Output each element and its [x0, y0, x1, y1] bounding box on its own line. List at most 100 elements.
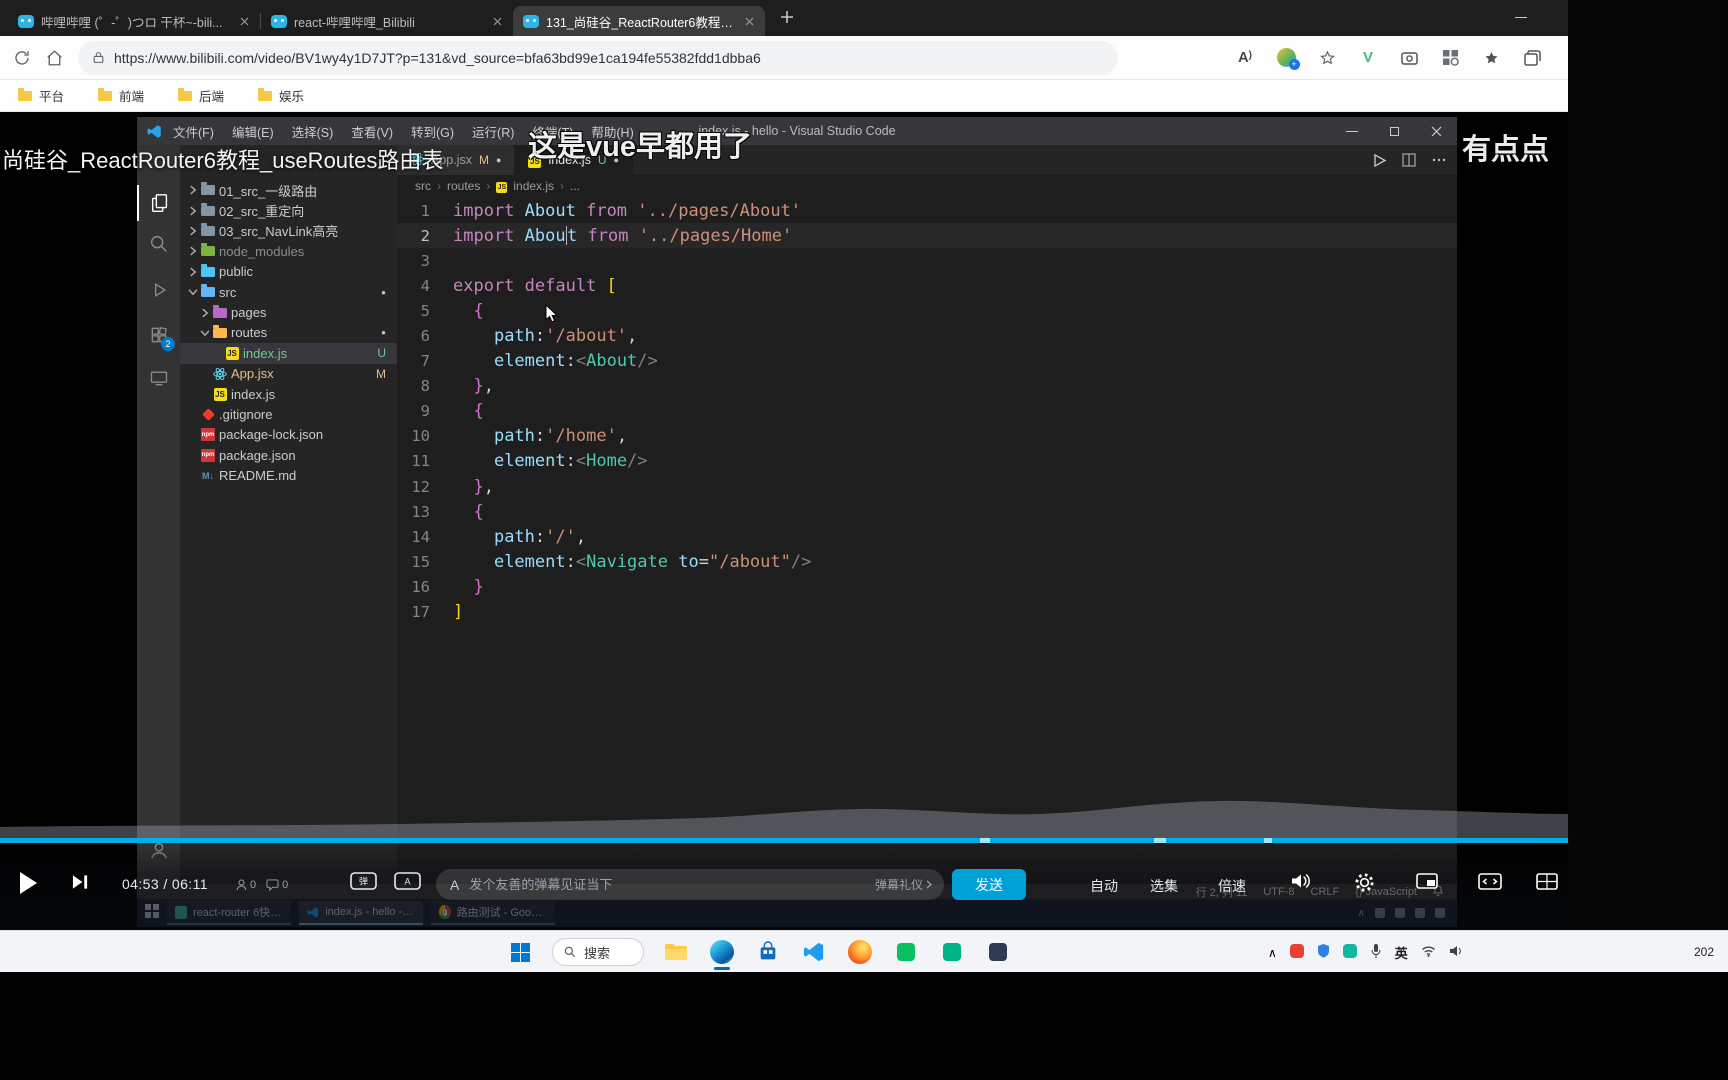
volume-icon: [1290, 872, 1312, 890]
breadcrumb-separator: ›: [437, 179, 441, 193]
danmaku-input[interactable]: [469, 877, 865, 892]
taskbar-search[interactable]: 搜索: [552, 938, 644, 966]
bookmark-item[interactable]: 娱乐: [258, 86, 304, 105]
code-token: [453, 451, 494, 471]
code-line: 6 path:'/about',: [397, 323, 1457, 348]
run-debug-icon: [137, 272, 180, 308]
hidden-icons-tray-icon[interactable]: ∧: [1268, 945, 1277, 960]
danmaku-font-icon[interactable]: A: [450, 877, 459, 893]
danmaku-etiquette-link[interactable]: 弹幕礼仪: [875, 876, 932, 893]
ime-indicator[interactable]: 英: [1395, 943, 1408, 962]
vscode-explorer-panel: 01_src_一级路由02_src_重定向03_src_NavLink高亮nod…: [180, 145, 397, 884]
firefox-taskbar-icon[interactable]: [846, 937, 874, 967]
bookmark-item[interactable]: 平台: [18, 86, 64, 105]
folder-icon: [211, 308, 229, 318]
episodes-button[interactable]: 选集: [1150, 876, 1178, 896]
search-label: 搜索: [584, 943, 610, 962]
network-tray-icon[interactable]: [1421, 945, 1436, 960]
app-red-tray-icon[interactable]: [1290, 944, 1304, 961]
fullscreen-button[interactable]: [1536, 873, 1558, 890]
tab-title: 131_尚硅谷_ReactRouter6教程_u...: [546, 12, 734, 31]
profile-icon[interactable]: +: [1276, 47, 1296, 69]
store-taskbar-icon[interactable]: [754, 937, 782, 967]
screenshot-icon[interactable]: [1399, 47, 1419, 69]
browser-window: 哔哩哔哩 (゜-゜)つロ 干杯~-bili...react-哔哩哔哩_Bilib…: [0, 0, 1568, 930]
file-name: 01_src_一级路由: [219, 181, 317, 200]
danmaku-toggle-button[interactable]: 弹: [350, 871, 377, 894]
vscode-taskbar-icon[interactable]: [800, 937, 828, 967]
bookmark-item[interactable]: 后端: [178, 86, 224, 105]
search-icon: [137, 226, 180, 262]
microphone-tray-icon[interactable]: [1370, 943, 1382, 962]
widescreen-button[interactable]: [1478, 873, 1502, 890]
folder-icon: [199, 185, 217, 195]
vscode-maximize-icon: [1373, 117, 1415, 145]
danmaku-settings-button[interactable]: A: [394, 871, 421, 894]
folder-icon: [211, 328, 229, 338]
address-bar[interactable]: [78, 41, 1118, 75]
tab-close-icon[interactable]: [489, 13, 505, 29]
tab-close-icon[interactable]: [236, 13, 252, 29]
collections-icon[interactable]: [1522, 47, 1542, 69]
split-editor-icon: [1402, 153, 1416, 167]
player-settings-button[interactable]: [1354, 872, 1375, 893]
code-token: :: [535, 326, 545, 346]
url-input[interactable]: [114, 50, 1104, 66]
tab-close-icon[interactable]: [741, 13, 757, 29]
refresh-button[interactable]: [6, 42, 38, 74]
quality-button[interactable]: 自动: [1090, 876, 1118, 896]
code-line: 9 {: [397, 399, 1457, 424]
vue-devtools-icon[interactable]: V: [1358, 47, 1378, 69]
tab-list: 哔哩哔哩 (゜-゜)つロ 干杯~-bili...react-哔哩哔哩_Bilib…: [8, 6, 765, 36]
read-aloud-icon[interactable]: A): [1235, 47, 1255, 69]
start-button[interactable]: [506, 937, 534, 967]
new-tab-button[interactable]: [775, 5, 799, 29]
code-token: ]: [453, 602, 463, 622]
window-minimize-button[interactable]: [1506, 6, 1536, 28]
favorites-bar-icon[interactable]: [1481, 47, 1501, 69]
refresh-icon: [13, 49, 31, 67]
pip-button[interactable]: [1416, 873, 1438, 889]
code-token: import: [453, 201, 525, 221]
code-line: 13 {: [397, 499, 1457, 524]
speed-button[interactable]: 倍速: [1218, 876, 1246, 896]
security-shield-tray-icon[interactable]: [1317, 943, 1330, 961]
file-tree: 01_src_一级路由02_src_重定向03_src_NavLink高亮nod…: [180, 145, 397, 486]
home-button[interactable]: [38, 42, 70, 74]
file-explorer-taskbar-icon[interactable]: [662, 937, 690, 967]
app-teal-taskbar-icon[interactable]: [938, 937, 966, 967]
breadcrumb-separator: ›: [560, 179, 564, 193]
app-dark-taskbar-icon[interactable]: [984, 937, 1012, 967]
app-green-taskbar-icon[interactable]: [892, 937, 920, 967]
code-line: 15 element:<Navigate to="/about"/>: [397, 549, 1457, 574]
send-button[interactable]: 发送: [952, 869, 1026, 900]
next-button[interactable]: [72, 874, 89, 890]
favorites-icon[interactable]: [1317, 47, 1337, 69]
edge-taskbar-icon[interactable]: [708, 937, 736, 967]
line-number: 16: [397, 578, 453, 596]
modified-dot-badge: ●: [381, 288, 386, 297]
browser-tab[interactable]: 131_尚硅谷_ReactRouter6教程_u...: [513, 6, 765, 36]
volume-tray-icon[interactable]: [1449, 945, 1463, 960]
extensions-icon[interactable]: [1440, 47, 1460, 69]
danmaku-settings-icon: A: [394, 871, 421, 894]
video-player[interactable]: 文件(F)编辑(E)选择(S)查看(V)转到(G)运行(R)终端(T)帮助(H)…: [0, 112, 1568, 930]
active-app-indicator: [714, 967, 730, 970]
taskbar-clock[interactable]: 202: [1694, 931, 1728, 973]
volume-button[interactable]: [1290, 872, 1312, 890]
code-line: 2import About from '../pages/Home': [397, 223, 1457, 248]
explorer-item: M↓README.md: [180, 465, 397, 485]
browser-toolbar: A) + V: [0, 36, 1568, 80]
folder-icon: [199, 226, 217, 236]
vscode-editor: App.jsxM●JSindex.jsU● src›routes›JSindex…: [397, 145, 1457, 884]
gear-icon: [1354, 872, 1375, 893]
bookmark-item[interactable]: 前端: [98, 86, 144, 105]
js-file-icon: JS: [211, 388, 229, 401]
browser-tab[interactable]: 哔哩哔哩 (゜-゜)つロ 干杯~-bili...: [8, 6, 260, 36]
player-controls: 04:53 / 06:11 0 0 弹 A: [0, 843, 1568, 930]
play-button[interactable]: [16, 870, 40, 896]
browser-tab[interactable]: react-哔哩哔哩_Bilibili: [261, 6, 513, 36]
audio-tray-icon[interactable]: [1343, 944, 1357, 961]
explorer-item: pages: [180, 302, 397, 322]
npm-file-icon: npm: [199, 449, 217, 462]
